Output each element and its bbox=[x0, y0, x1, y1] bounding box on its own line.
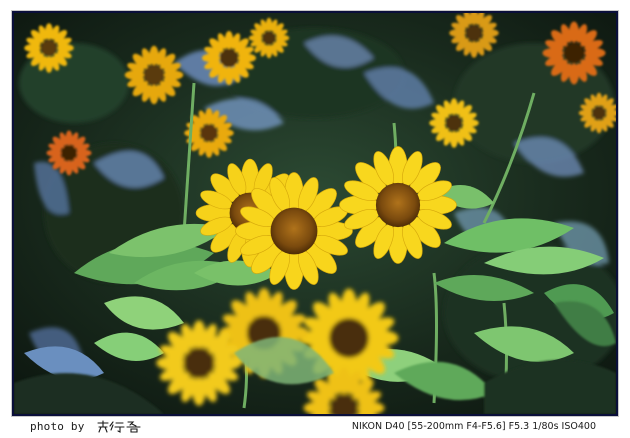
sunflower-right bbox=[338, 145, 458, 265]
sunflower-center bbox=[234, 171, 354, 291]
camera-exif-info: NIKON D40 [55-200mm F4-F5.6] F5.3 1/80s … bbox=[351, 421, 596, 432]
photo-frame: photo by NIKON D40 [55-200mm F4-F5.6] F5… bbox=[0, 0, 630, 437]
photographer-signature bbox=[96, 419, 142, 438]
sunflower-scene bbox=[14, 13, 616, 414]
sunflower-photo bbox=[14, 13, 616, 414]
photo-credit-label: photo by bbox=[30, 420, 85, 433]
